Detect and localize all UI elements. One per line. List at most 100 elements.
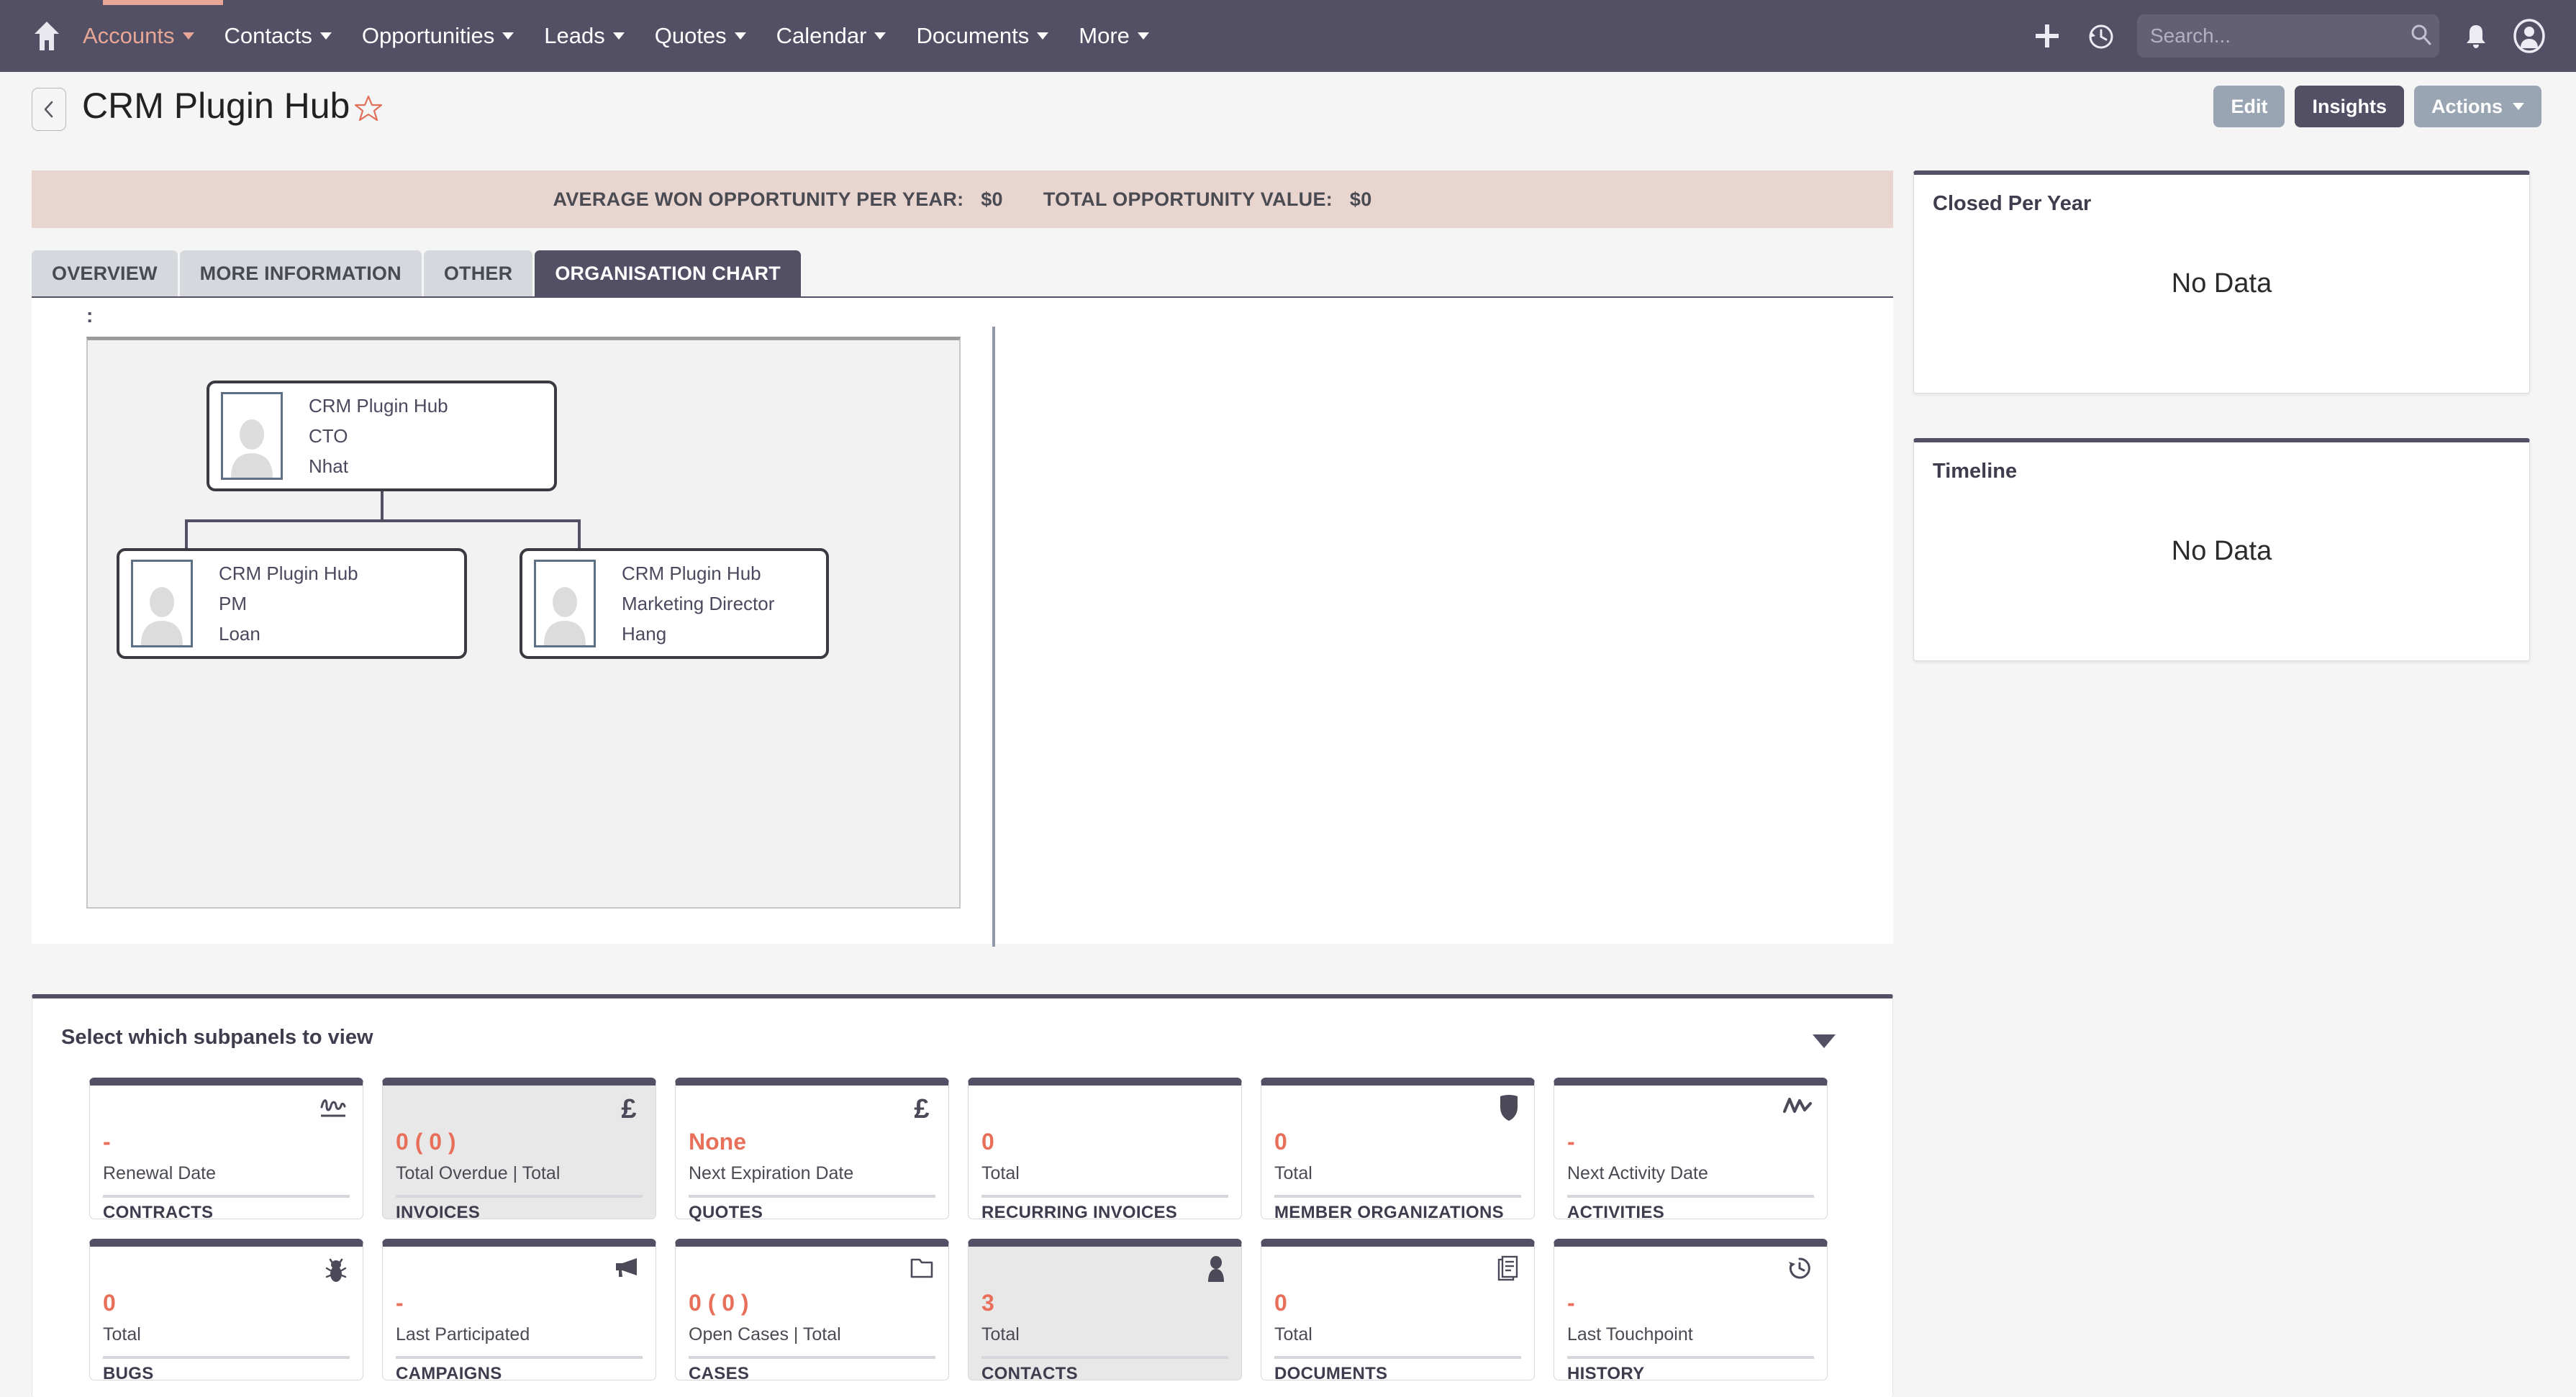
pound-currency-icon: £ [617, 1094, 641, 1124]
subpanel-tile-value: - [103, 1129, 111, 1155]
orgchart-node-org: CRM Plugin Hub [219, 562, 358, 584]
nav-item-leads[interactable]: Leads [529, 0, 639, 72]
subpanel-tile-contracts[interactable]: - Renewal Date CONTRACTS [89, 1078, 363, 1222]
record-tabs: OVERVIEW MORE INFORMATION OTHER ORGANISA… [32, 250, 1893, 296]
subpanel-tile-name: CAMPAIGNS [396, 1364, 502, 1383]
folder-icon [910, 1255, 934, 1280]
subpanel-tile-label: Last Participated [396, 1324, 530, 1344]
nav-item-more[interactable]: More [1063, 0, 1164, 72]
subpanel-tile-campaigns[interactable]: - Last Participated CAMPAIGNS [382, 1239, 656, 1383]
nav-item-opportunities[interactable]: Opportunities [347, 0, 529, 72]
orgchart-node-child-2[interactable]: CRM Plugin Hub Marketing Director Hang [520, 548, 829, 659]
subpanel-tile-member-organizations[interactable]: 0 Total MEMBER ORGANIZATIONS [1261, 1078, 1535, 1222]
connector-horizontal-bar [185, 519, 581, 522]
orgchart-node-text: CRM Plugin Hub CTO Nhat [309, 391, 448, 481]
chevron-down-icon [182, 32, 194, 40]
orgchart-canvas: CRM Plugin Hub CTO Nhat CRM Plugin Hub P… [86, 337, 961, 909]
search-input[interactable] [2137, 14, 2439, 58]
nav-item-label: Quotes [654, 23, 727, 48]
signature-icon [318, 1094, 348, 1120]
subpanel-tiles-grid: - Renewal Date CONTRACTS £ 0 ( 0 ) Total… [89, 1078, 1828, 1383]
orgchart-node-name: Loan [219, 623, 260, 645]
avatar [221, 392, 283, 480]
subpanel-tile-quotes[interactable]: £ None Next Expiration Date QUOTES [675, 1078, 949, 1222]
closed-per-year-panel: Closed Per Year No Data [1913, 170, 2530, 393]
subpanel-tile-label: Total [1274, 1324, 1312, 1344]
home-icon[interactable] [26, 14, 68, 58]
subpanel-tile-label: Open Cases | Total [689, 1324, 841, 1344]
divider [1567, 1195, 1814, 1198]
subpanel-tile-name: ACTIVITIES [1567, 1203, 1665, 1222]
subpanel-tile-value: 0 [981, 1129, 994, 1155]
subpanel-section-header: Select which subpanels to view [61, 1026, 373, 1049]
nav-item-label: Opportunities [361, 23, 495, 48]
search-field[interactable] [2150, 24, 2410, 47]
nav-item-label: Documents [916, 23, 1030, 48]
connector-root-stem [381, 491, 384, 521]
edit-button[interactable]: Edit [2213, 86, 2285, 127]
connector-child-left-stem [185, 519, 188, 551]
orgchart-node-root[interactable]: CRM Plugin Hub CTO Nhat [207, 381, 557, 491]
subpanel-tile-label: Next Activity Date [1567, 1163, 1708, 1183]
subpanel-tile-name: BUGS [103, 1364, 154, 1383]
connector-child-right-stem [578, 519, 581, 551]
tab-more-information[interactable]: MORE INFORMATION [179, 250, 422, 296]
subpanel-tile-value: None [689, 1129, 746, 1155]
nav-item-label: Calendar [776, 23, 867, 48]
subpanel-tile-documents[interactable]: 0 Total DOCUMENTS [1261, 1239, 1535, 1383]
subpanel-tile-history[interactable]: - Last Touchpoint HISTORY [1554, 1239, 1828, 1383]
total-opportunity-value-metric: TOTAL OPPORTUNITY VALUE: $0 [1043, 188, 1372, 211]
subpanel-tile-name: HISTORY [1567, 1364, 1645, 1383]
orgchart-node-org: CRM Plugin Hub [309, 394, 448, 417]
subpanel-tile-label: Total [981, 1163, 1020, 1183]
back-button[interactable] [32, 88, 66, 131]
svg-text:£: £ [621, 1094, 636, 1123]
orgchart-node-name: Hang [622, 623, 667, 645]
subpanel-tile-name: CASES [689, 1364, 750, 1383]
divider [103, 1195, 350, 1198]
panel-splitter-handle[interactable] [992, 327, 995, 947]
nav-item-label: Accounts [83, 23, 175, 48]
nav-item-contacts[interactable]: Contacts [209, 0, 347, 72]
bug-icon [324, 1255, 348, 1283]
history-clock-icon[interactable] [2074, 0, 2127, 72]
subpanel-tile-invoices[interactable]: £ 0 ( 0 ) Total Overdue | Total INVOICES [382, 1078, 656, 1222]
subpanel-tile-name: INVOICES [396, 1203, 481, 1222]
chevron-down-icon [319, 32, 332, 40]
tab-other[interactable]: OTHER [423, 250, 533, 296]
tab-organisation-chart[interactable]: ORGANISATION CHART [535, 250, 801, 296]
nav-item-documents[interactable]: Documents [901, 0, 1063, 72]
subpanel-tile-name: DOCUMENTS [1274, 1364, 1388, 1383]
tab-overview[interactable]: OVERVIEW [32, 250, 178, 296]
subpanel-tile-label: Renewal Date [103, 1163, 217, 1183]
subpanel-tile-label: Last Touchpoint [1567, 1324, 1693, 1344]
subpanel-tile-name: MEMBER ORGANIZATIONS [1274, 1203, 1504, 1222]
subpanel-tile-activities[interactable]: - Next Activity Date ACTIVITIES [1554, 1078, 1828, 1222]
subpanel-tile-bugs[interactable]: 0 Total BUGS [89, 1239, 363, 1383]
subpanel-tile-label: Total Overdue | Total [396, 1163, 561, 1183]
triangle-down-icon[interactable] [1812, 1033, 1836, 1049]
bell-icon[interactable] [2449, 0, 2503, 72]
subpanel-tile-recurring-invoices[interactable]: 0 Total RECURRING INVOICES [968, 1078, 1242, 1222]
subpanel-tile-value: 0 [1274, 1129, 1287, 1155]
nav-item-calendar[interactable]: Calendar [761, 0, 902, 72]
activity-line-icon [1782, 1094, 1813, 1117]
orgchart-node-child-1[interactable]: CRM Plugin Hub PM Loan [117, 548, 467, 659]
insights-button[interactable]: Insights [2295, 86, 2404, 127]
plus-icon[interactable] [2021, 0, 2074, 72]
star-outline-icon[interactable] [354, 94, 383, 123]
nav-item-accounts[interactable]: Accounts [68, 0, 209, 72]
user-avatar-icon[interactable] [2503, 0, 2556, 72]
search-icon[interactable] [2410, 23, 2433, 50]
subpanel-tile-label: Total [1274, 1163, 1312, 1183]
megaphone-icon [612, 1255, 641, 1280]
actions-button[interactable]: Actions [2413, 86, 2541, 127]
total-opportunity-value-label: TOTAL OPPORTUNITY VALUE: [1043, 188, 1333, 210]
total-opportunity-value-value: $0 [1349, 188, 1372, 210]
subpanel-tile-cases[interactable]: 0 ( 0 ) Open Cases | Total CASES [675, 1239, 949, 1383]
subpanel-tile-contacts[interactable]: 3 Total CONTACTS [968, 1239, 1242, 1383]
subpanel-tile-name: CONTRACTS [103, 1203, 214, 1222]
orgchart-caption: : [86, 304, 94, 327]
nav-item-quotes[interactable]: Quotes [640, 0, 761, 72]
nav-item-label: More [1079, 23, 1130, 48]
